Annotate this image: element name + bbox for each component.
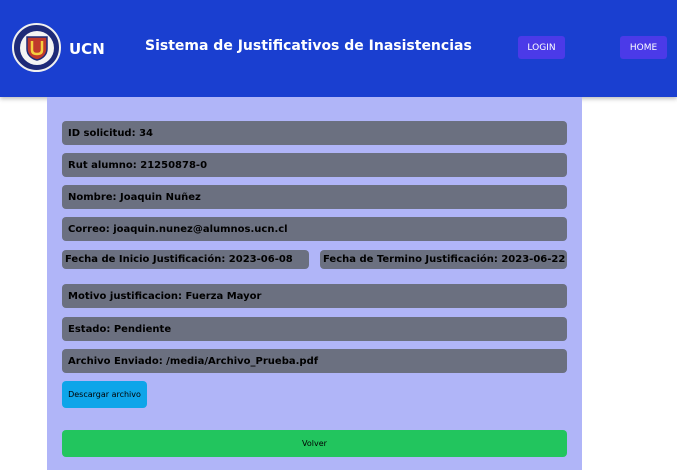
end-date-field: Fecha de Termino Justificación: 2023-06-…: [320, 250, 567, 269]
student-name-field: Nombre: Joaquin Nuñez: [62, 185, 567, 209]
start-date-field: Fecha de Inicio Justificación: 2023-06-0…: [62, 250, 309, 269]
student-email-field: Correo: joaquin.nunez@alumnos.ucn.cl: [62, 217, 567, 241]
attached-file-field: Archivo Enviado: /media/Archivo_Prueba.p…: [62, 349, 567, 373]
university-logo[interactable]: [12, 23, 61, 72]
home-button[interactable]: HOME: [620, 36, 667, 59]
app-title: Sistema de Justificativos de Inasistenci…: [145, 38, 472, 54]
status-field: Estado: Pendiente: [62, 317, 567, 341]
student-rut-field: Rut alumno: 21250878-0: [62, 153, 567, 177]
back-button[interactable]: Volver: [62, 430, 567, 457]
request-id-field: ID solicitud: 34: [62, 121, 567, 145]
download-file-button[interactable]: Descargar archivo: [62, 381, 147, 408]
brand-name[interactable]: UCN: [69, 40, 105, 58]
reason-field: Motivo justificacion: Fuerza Mayor: [62, 284, 567, 308]
login-button[interactable]: LOGIN: [518, 36, 565, 59]
top-navbar: UCN Sistema de Justificativos de Inasist…: [0, 0, 677, 97]
university-shield-icon: [19, 30, 54, 65]
